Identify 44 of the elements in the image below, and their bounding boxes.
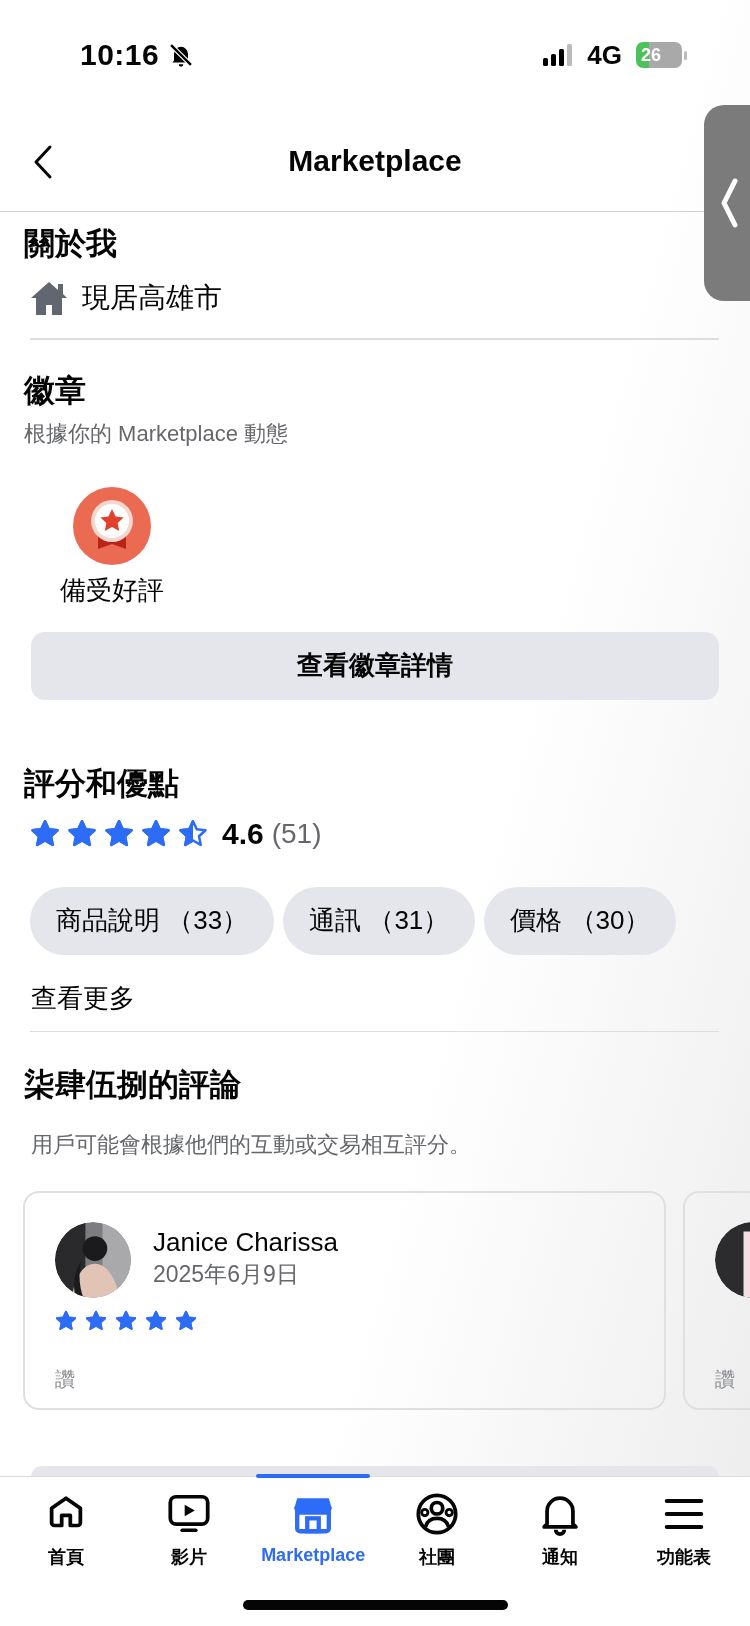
side-handle[interactable] xyxy=(704,105,750,301)
page-title: Marketplace xyxy=(288,143,462,178)
star-icon xyxy=(30,818,60,849)
review-text: 讚 xyxy=(55,1367,75,1392)
reviewer-name: Janice Charissa xyxy=(153,1226,338,1259)
people-icon xyxy=(413,1491,460,1537)
rating-count: (51) xyxy=(271,817,322,850)
star-icon xyxy=(141,818,171,849)
clock-time: 10:16 xyxy=(80,38,160,72)
location-text: 現居高雄市 xyxy=(82,281,222,315)
network-label: 4G xyxy=(587,39,622,71)
signal-icon xyxy=(543,44,574,66)
star-icon xyxy=(85,1310,107,1332)
see-more-link[interactable]: 查看更多 xyxy=(31,980,135,1015)
nav-tab[interactable]: 社團 xyxy=(375,1477,499,1587)
star-icon xyxy=(67,818,97,849)
section-title: 關於我 xyxy=(24,225,118,263)
star-icon xyxy=(175,1310,197,1332)
nav-tab[interactable]: Marketplace xyxy=(251,1477,375,1587)
star-icon xyxy=(104,818,134,849)
star-icon xyxy=(55,1310,77,1332)
nav-tab[interactable]: 影片 xyxy=(127,1477,252,1587)
rating-tag[interactable]: 商品說明 （33） xyxy=(30,886,275,955)
nav-tab[interactable]: 通知 xyxy=(498,1477,623,1587)
star-icon xyxy=(115,1310,137,1332)
medal-icon xyxy=(73,486,151,565)
battery-tip-icon xyxy=(684,50,688,60)
badge-label: 備受好評 xyxy=(60,573,164,607)
star-icon xyxy=(145,1310,167,1332)
section-subtitle: 用戶可能會根據他們的互動或交易相互評分。 xyxy=(31,1131,472,1159)
rating-tag[interactable]: 通訊 （31） xyxy=(283,886,476,955)
rating-tag[interactable]: 價格 （30） xyxy=(484,886,677,955)
nav-tab[interactable]: 首頁 xyxy=(4,1477,128,1587)
review-text: 讚 xyxy=(715,1367,735,1392)
rating-score: 4.6 xyxy=(222,816,264,851)
section-title: 評分和優點 xyxy=(24,764,180,803)
section-title: 柒肆伍捌的評論 xyxy=(24,1066,242,1104)
nav-tab[interactable]: 功能表 xyxy=(622,1477,746,1587)
section-subtitle: 根據你的 Marketplace 動態 xyxy=(24,419,290,448)
home-icon xyxy=(30,280,68,316)
review-date: 2025年6月9日 xyxy=(153,1260,300,1289)
section-title: 徽章 xyxy=(24,371,87,410)
view-badge-details-button[interactable]: 查看徽章詳情 xyxy=(31,631,719,700)
half-star-icon xyxy=(178,818,208,849)
